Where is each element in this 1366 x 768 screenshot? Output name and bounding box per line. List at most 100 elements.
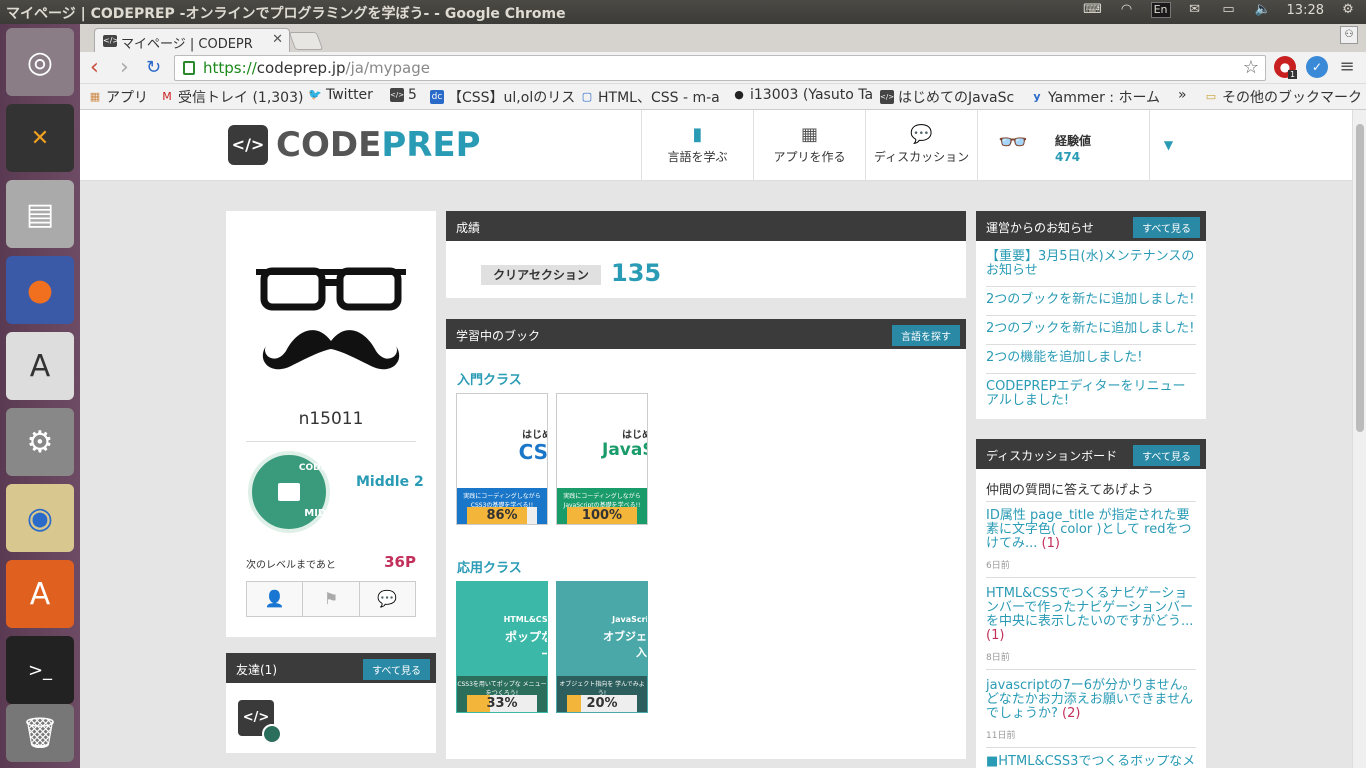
terminal-icon[interactable]: >_: [6, 636, 74, 704]
mail-icon[interactable]: ✉: [1185, 2, 1205, 18]
page-icon: ▢: [581, 90, 593, 103]
tab-title: マイページ | CODEPR: [121, 37, 253, 52]
person-icon[interactable]: 👤: [247, 582, 304, 616]
nav-make-app[interactable]: ▦ アプリを作る: [753, 110, 865, 181]
chrome-menu-icon[interactable]: ≡: [1336, 56, 1358, 78]
other-bookmarks[interactable]: ▭ その他のブックマーク: [1204, 87, 1362, 107]
notice-link[interactable]: CODEPREPエディターをリニューアルしました!: [986, 380, 1196, 416]
notice-link[interactable]: 【重要】3月5日(水)メンテナンスのお知らせ: [986, 250, 1196, 287]
mustache-glasses-avatar: [256, 267, 406, 370]
intro-class-label: 入門クラス: [457, 373, 522, 388]
divider: [986, 747, 1196, 748]
next-level-label: 次のレベルまであと: [246, 560, 336, 571]
wifi-icon[interactable]: ◠: [1117, 2, 1137, 18]
bookmark-star-icon[interactable]: ☆: [1243, 57, 1259, 78]
nav-learn-language[interactable]: ▮ 言語を学ぶ: [641, 110, 753, 181]
chat-icon[interactable]: 💬: [359, 582, 415, 616]
browser-window: </> マイページ | CODEPR ✕ ⚇ ‹ › ↻ https://cod…: [80, 24, 1366, 768]
folder-icon: ▭: [1205, 90, 1217, 103]
nav-discussion[interactable]: 💬 ディスカッション: [865, 110, 977, 181]
back-arrow-icon[interactable]: ‹: [90, 57, 99, 79]
firefox-icon[interactable]: ●: [6, 256, 74, 324]
book-card[interactable]: はじめてのJavaScript 実践にコーディングしながら JavaScript…: [556, 393, 648, 525]
book-card[interactable]: JavaScriptで学ぶオブジェクト指向入門 オブジェクト指向を 学んでみよう…: [556, 581, 648, 713]
url-path: /ja/mypage: [345, 59, 430, 77]
dropdown-caret-icon[interactable]: ▼: [1149, 110, 1187, 181]
cleared-sections-label: クリアセクション: [481, 265, 601, 285]
gmail-icon: M: [162, 90, 172, 103]
new-tab-button[interactable]: [288, 32, 324, 50]
bookmark-javascript[interactable]: </> はじめてのJavaSc: [880, 87, 1014, 107]
window-title: マイページ | CODEPREP -オンラインでプログラミングを学ぼう- - G…: [6, 6, 566, 22]
bookmark-github[interactable]: ● i13003 (Yasuto Ta: [732, 87, 873, 103]
clock[interactable]: 13:28: [1287, 3, 1324, 18]
chat-app-icon[interactable]: ✕: [6, 104, 74, 172]
bookmark-apps[interactable]: ▦ アプリ: [88, 87, 148, 107]
codeprep-icon: </>: [880, 90, 894, 104]
notice-link[interactable]: 2つのブックを新たに追加しました!: [986, 293, 1196, 316]
keyboard-icon[interactable]: ⌨: [1083, 2, 1103, 18]
find-language-button[interactable]: 言語を探す: [892, 325, 960, 346]
notices-card: 運営からのお知らせ すべて見る 【重要】3月5日(水)メンテナンスのお知らせ 2…: [976, 211, 1206, 419]
flag-icon[interactable]: ⚑: [303, 582, 360, 616]
chrome-icon[interactable]: ◉: [6, 484, 74, 552]
bookmark-twitter[interactable]: 🐦 Twitter: [308, 87, 373, 103]
reload-icon[interactable]: ↻: [146, 57, 161, 79]
page-content: </> CODEPREP ▮ 言語を学ぶ ▦ アプリを作る 💬 ディスカッション…: [80, 110, 1366, 768]
grid-icon: ▦: [800, 124, 818, 145]
avatar: 👓: [998, 128, 1028, 156]
divider: [986, 501, 1196, 502]
extension-v-icon[interactable]: ✓: [1306, 56, 1328, 78]
settings-gear-icon[interactable]: ⚙: [1338, 2, 1358, 18]
friend-badge-icon: [262, 724, 282, 744]
level-name: Middle 2: [356, 474, 424, 490]
site-logo[interactable]: </> CODEPREP: [228, 125, 481, 165]
profile-icon[interactable]: ⚇: [1340, 26, 1358, 44]
volume-icon[interactable]: 🔈: [1253, 2, 1273, 18]
bookmark-html-css[interactable]: ▢ HTML、CSS - m-a: [580, 87, 720, 107]
close-tab-icon[interactable]: ✕: [272, 32, 283, 47]
software-center-icon[interactable]: A: [6, 560, 74, 628]
reply-count: (1): [986, 628, 1005, 643]
scrollbar-thumb[interactable]: [1356, 124, 1364, 432]
notices-see-all-button[interactable]: すべて見る: [1133, 217, 1200, 238]
book-card[interactable]: HTML&CSS3でつくるポップなメニュー CSS3を用いてポップな メニューを…: [456, 581, 548, 713]
question-item[interactable]: ■HTML&CSS3でつくるポップなメ: [986, 755, 1196, 768]
ubuntu-dash-icon[interactable]: ◎: [6, 28, 74, 96]
book-cover: HTML&CSS3でつくるポップなメニュー: [457, 582, 547, 676]
discussion-see-all-button[interactable]: すべて見る: [1133, 445, 1200, 466]
system-settings-icon[interactable]: ⚙: [6, 408, 74, 476]
question-item[interactable]: HTML&CSSでつくるナビゲーションバーで作ったナビゲーションバーを中央に表示…: [986, 587, 1196, 665]
friends-see-all-button[interactable]: すべて見る: [363, 659, 430, 680]
book-card[interactable]: はじめてのCSS3 実践にコーディングしながら CSS3の基礎を学べる!! 86…: [456, 393, 548, 525]
bookmark-css-list[interactable]: dc 【CSS】ul,olのリス: [430, 87, 575, 107]
logo-wordmark: CODEPREP: [276, 125, 481, 165]
friend-avatar[interactable]: </>: [238, 700, 282, 744]
profile-card: n15011 CODEPREP MIDDLE Middle 2 次のレベルまであ…: [226, 211, 436, 637]
question-item[interactable]: ID属性 page_title が指定された要素に文字色( color )として…: [986, 509, 1196, 573]
posted-ago: 6日前: [986, 561, 1010, 571]
bookmark-gmail[interactable]: M 受信トレイ (1,303): [160, 87, 303, 107]
progress-bar: 100%: [567, 507, 637, 524]
bookmark-codeprep[interactable]: </> 5: [390, 87, 417, 103]
tab-mypage[interactable]: </> マイページ | CODEPR ✕: [94, 28, 290, 52]
language-indicator[interactable]: En: [1150, 2, 1171, 18]
launcher: ◎ ✕ ▤ ● A ⚙ ◉ A >_ 🗑: [0, 24, 80, 768]
url-host: codeprep.jp: [256, 59, 346, 77]
progress-bar: 33%: [467, 695, 537, 712]
forward-arrow-icon[interactable]: ›: [120, 57, 129, 79]
bookmarks-overflow[interactable]: »: [1178, 87, 1187, 103]
notice-link[interactable]: 2つのブックを新たに追加しました!: [986, 322, 1196, 345]
address-bar[interactable]: https://codeprep.jp/ja/mypage ☆: [174, 55, 1266, 81]
page-scrollbar[interactable]: [1352, 110, 1366, 768]
bookmark-yammer[interactable]: y Yammer : ホーム: [1030, 87, 1160, 107]
notice-link[interactable]: 2つの機能を追加しました!: [986, 351, 1196, 374]
question-item[interactable]: javascriptの7ー6が分かりません。どなたかお力添えお願いできませんでし…: [986, 679, 1196, 743]
books-header: 学習中のブック 言語を探す: [446, 319, 966, 349]
posted-ago: 11日前: [986, 731, 1016, 741]
trash-icon[interactable]: 🗑: [6, 704, 74, 762]
battery-icon[interactable]: ▭: [1219, 2, 1239, 18]
books-card: 学習中のブック 言語を探す 入門クラス はじめてのCSS3 実践にコーディングし…: [446, 319, 966, 759]
files-icon[interactable]: ▤: [6, 180, 74, 248]
updater-icon[interactable]: A: [6, 332, 74, 400]
